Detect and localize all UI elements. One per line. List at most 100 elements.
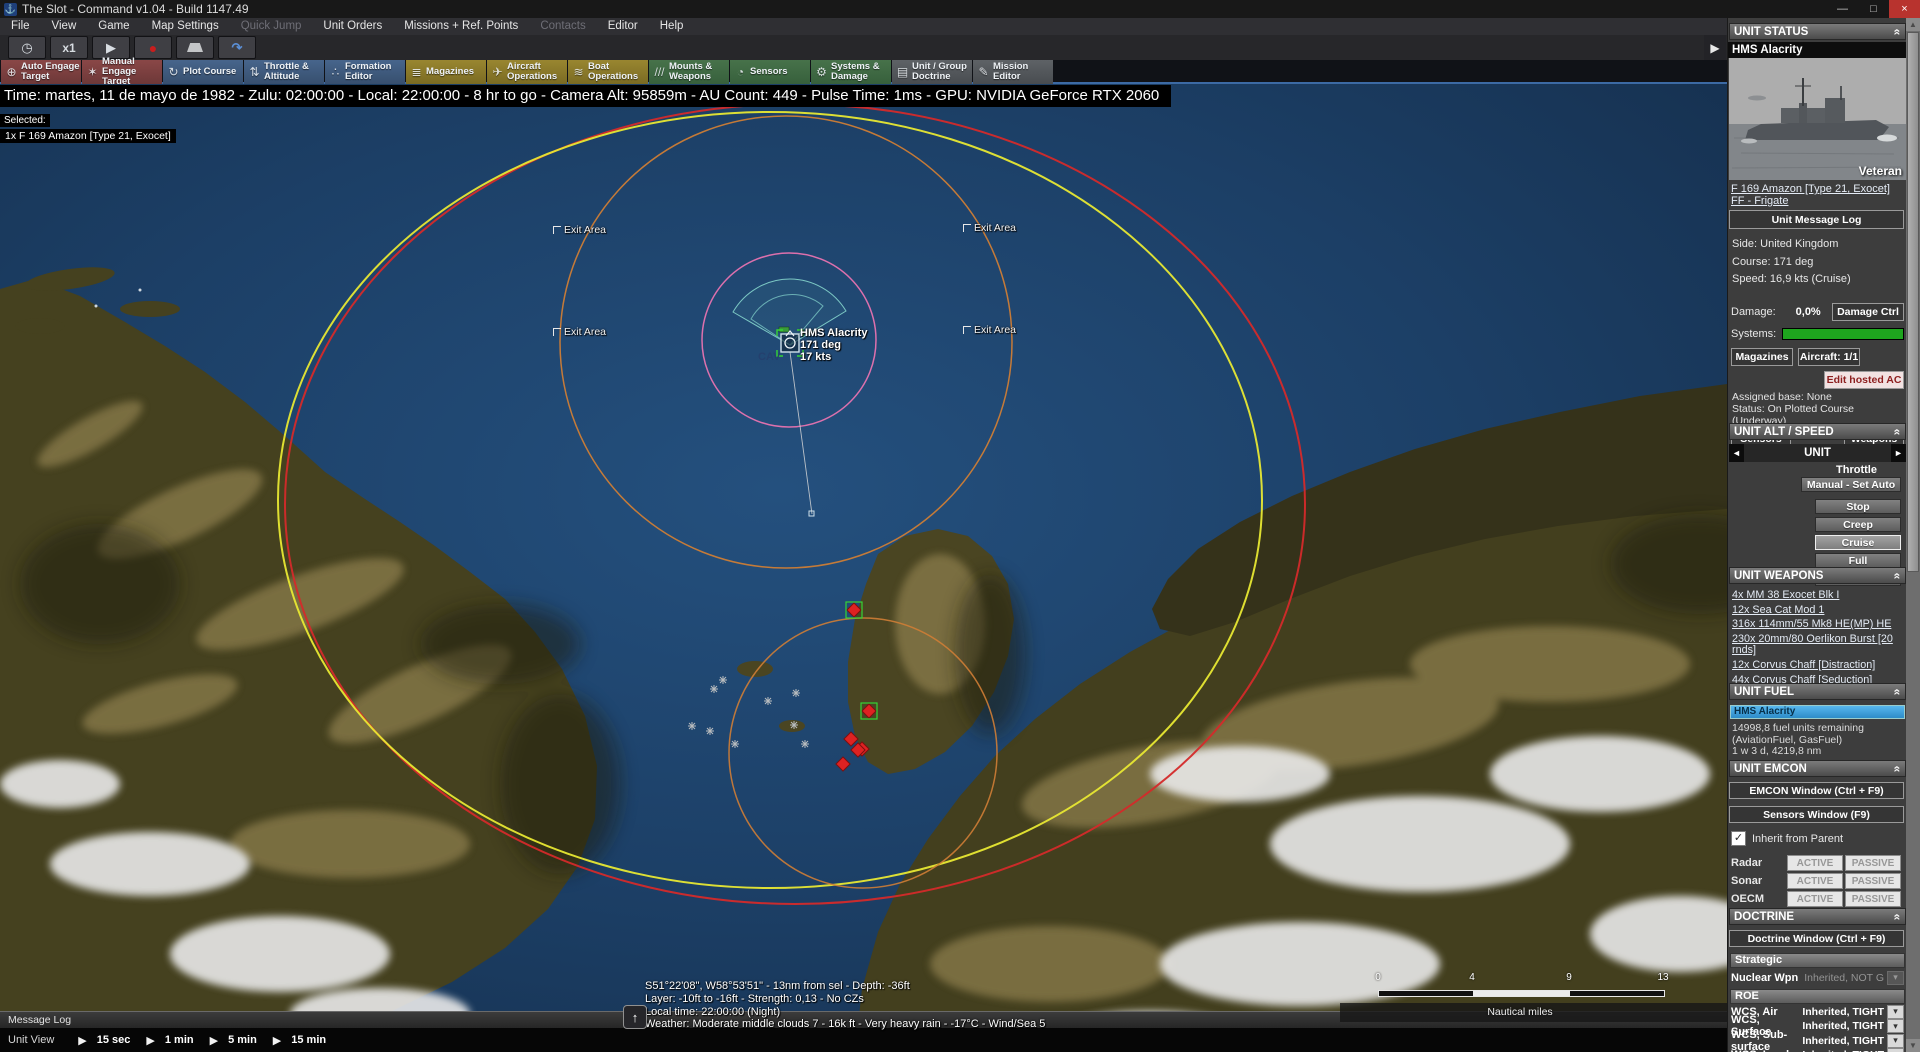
weapon-link[interactable]: 12x Sea Cat Mod 1 — [1732, 605, 1903, 616]
throttle-creep-button[interactable]: Creep — [1815, 517, 1901, 532]
wcs-land-dropdown[interactable]: ▾ — [1887, 1048, 1904, 1052]
scroll-down-icon[interactable]: ▼ — [1906, 1039, 1920, 1052]
time-step-5min[interactable]: 5 min — [228, 1034, 257, 1046]
sidebar-scrollbar[interactable]: ▲ ▼ — [1906, 18, 1920, 1052]
aircraft-operations-button[interactable]: ✈AircraftOperations — [487, 60, 567, 84]
weapon-link[interactable]: 12x Corvus Chaff [Distraction] — [1732, 660, 1903, 671]
prev-unit-arrow[interactable]: ◄ — [1729, 444, 1744, 462]
menu-map-settings[interactable]: Map Settings — [141, 18, 230, 35]
formation-editor-button[interactable]: ∴FormationEditor — [325, 60, 405, 84]
unit-class-link[interactable]: F 169 Amazon [Type 21, Exocet] — [1731, 183, 1890, 195]
unit-type-link[interactable]: FF - Frigate — [1731, 195, 1788, 207]
close-button[interactable]: × — [1889, 0, 1920, 18]
wcs-air-dropdown[interactable]: ▾ — [1887, 1005, 1904, 1019]
throttle-manual-button[interactable]: Manual - Set Auto — [1801, 477, 1901, 492]
throttle-altitude-button[interactable]: ⇅Throttle &Altitude — [244, 60, 324, 84]
aircraft-list-button[interactable]: Aircraft: 1/1 — [1798, 348, 1860, 366]
weapon-link[interactable]: 4x MM 38 Exocet Blk I — [1732, 590, 1903, 601]
oecm-active-button[interactable]: ACTIVE — [1787, 891, 1843, 907]
manual-engage-target-button[interactable]: ✶ManualEngage Target — [82, 60, 162, 84]
corner-bracket-icon — [553, 328, 561, 336]
menu-missions-ref-points[interactable]: Missions + Ref. Points — [393, 18, 529, 35]
step-arrow-icon[interactable]: ▶ — [78, 1034, 86, 1047]
unit-emcon-header[interactable]: UNIT EMCON« — [1729, 760, 1906, 777]
time-compression-button[interactable]: x1 — [50, 36, 88, 59]
sidebar-expander[interactable]: ▶ — [1704, 35, 1726, 60]
map-canvas[interactable] — [0, 84, 1727, 1052]
doctrine-window-button[interactable]: Doctrine Window (Ctrl + F9) — [1729, 930, 1904, 947]
time-step-15sec[interactable]: 15 sec — [97, 1034, 131, 1046]
unit-message-log-button[interactable]: Unit Message Log — [1729, 210, 1904, 229]
mission-editor-button[interactable]: ✎MissionEditor — [973, 60, 1053, 84]
exit-area-marker[interactable]: Exit Area — [963, 324, 1016, 336]
expand-message-log-button[interactable]: ↑ — [623, 1005, 647, 1029]
wcs-surface-dropdown[interactable]: ▾ — [1887, 1019, 1904, 1033]
step-arrow-icon[interactable]: ▶ — [273, 1034, 281, 1047]
maximize-button[interactable]: □ — [1858, 0, 1889, 18]
sonar-active-button[interactable]: ACTIVE — [1787, 873, 1843, 889]
sonar-passive-button[interactable]: PASSIVE — [1845, 873, 1901, 889]
mounts-weapons-button[interactable]: ///Mounts &Weapons — [649, 60, 729, 84]
unit-fuel-header[interactable]: UNIT FUEL« — [1729, 683, 1906, 700]
minimize-button[interactable]: — — [1827, 0, 1858, 18]
exit-area-marker[interactable]: Exit Area — [553, 326, 606, 338]
fuel-selected-unit[interactable]: HMS Alacrity — [1730, 705, 1905, 719]
damage-ctrl-button[interactable]: Damage Ctrl — [1832, 303, 1904, 321]
edit-hosted-ac-button[interactable]: Edit hosted AC — [1824, 371, 1904, 389]
menu-editor[interactable]: Editor — [597, 18, 649, 35]
weapon-link[interactable]: 230x 20mm/80 Oerlikon Burst [20 rnds] — [1732, 634, 1903, 657]
message-log-bar[interactable]: Message Log — [0, 1011, 1727, 1028]
emcon-window-button[interactable]: EMCON Window (Ctrl + F9) — [1729, 782, 1904, 799]
radar-active-button[interactable]: ACTIVE — [1787, 855, 1843, 871]
throttle-stop-button[interactable]: Stop — [1815, 499, 1901, 514]
radar-passive-button[interactable]: PASSIVE — [1845, 855, 1901, 871]
quick-jump-button[interactable]: ↷ — [218, 36, 256, 59]
systems-damage-button[interactable]: ⚙Systems &Damage — [811, 60, 891, 84]
boat-operations-button[interactable]: ≋BoatOperations — [568, 60, 648, 84]
unit-alt-speed-header[interactable]: UNIT ALT / SPEED« — [1729, 423, 1906, 440]
ownship-label[interactable]: HMS Alacrity 171 deg 17 kts — [800, 327, 867, 363]
inherit-checkbox[interactable]: ✓ — [1731, 831, 1746, 846]
time-step-15min[interactable]: 15 min — [291, 1034, 326, 1046]
next-unit-arrow[interactable]: ► — [1891, 444, 1906, 462]
collapse-icon[interactable]: « — [1891, 688, 1905, 695]
step-arrow-icon[interactable]: ▶ — [146, 1034, 154, 1047]
map-layers-button[interactable] — [176, 36, 214, 59]
tactical-map[interactable]: Exit Area Exit Area Exit Area Exit Area … — [0, 84, 1727, 1052]
exit-area-marker[interactable]: Exit Area — [963, 222, 1016, 234]
time-step-1min[interactable]: 1 min — [165, 1034, 194, 1046]
plot-course-button[interactable]: ↻Plot Course — [163, 60, 243, 84]
sensors-window-button[interactable]: Sensors Window (F9) — [1729, 806, 1904, 823]
unit-group-doctrine-button[interactable]: ▤Unit / GroupDoctrine — [892, 60, 972, 84]
unit-weapons-header[interactable]: UNIT WEAPONS« — [1729, 567, 1906, 584]
weapon-link[interactable]: 316x 114mm/55 Mk8 HE(MP) HE — [1732, 619, 1903, 630]
step-arrow-icon[interactable]: ▶ — [210, 1034, 218, 1047]
unit-view-label[interactable]: Unit View — [8, 1034, 54, 1046]
menu-view[interactable]: View — [41, 18, 88, 35]
app-icon: ⚓ — [4, 3, 17, 16]
exit-area-marker[interactable]: Exit Area — [553, 224, 606, 236]
menu-unit-orders[interactable]: Unit Orders — [312, 18, 393, 35]
magazines-button[interactable]: ≣Magazines — [406, 60, 486, 84]
scroll-up-icon[interactable]: ▲ — [1906, 18, 1920, 31]
wcs-subsurface-dropdown[interactable]: ▾ — [1887, 1034, 1904, 1048]
throttle-full-button[interactable]: Full — [1815, 553, 1901, 568]
collapse-icon[interactable]: « — [1891, 765, 1905, 772]
scrollbar-thumb[interactable] — [1907, 32, 1919, 572]
record-button[interactable]: ● — [134, 36, 172, 59]
sensors-button[interactable]: ◔Sensors — [730, 60, 810, 84]
throttle-cruise-button[interactable]: Cruise — [1815, 535, 1901, 550]
menu-help[interactable]: Help — [649, 18, 695, 35]
magazines-list-button[interactable]: Magazines — [1731, 348, 1793, 366]
collapse-icon[interactable]: « — [1891, 428, 1905, 435]
oecm-passive-button[interactable]: PASSIVE — [1845, 891, 1901, 907]
auto-engage-target-button[interactable]: ⊕Auto EngageTarget — [1, 60, 81, 84]
clock-icon-button[interactable]: ◷ — [8, 36, 46, 59]
collapse-icon[interactable]: « — [1891, 572, 1905, 579]
collapse-icon[interactable]: « — [1891, 28, 1905, 35]
unit-status-header[interactable]: UNIT STATUS« — [1729, 23, 1906, 40]
collapse-icon[interactable]: « — [1891, 913, 1905, 920]
menu-game[interactable]: Game — [87, 18, 140, 35]
menu-file[interactable]: File — [0, 18, 41, 35]
doctrine-header[interactable]: DOCTRINE« — [1729, 908, 1906, 925]
